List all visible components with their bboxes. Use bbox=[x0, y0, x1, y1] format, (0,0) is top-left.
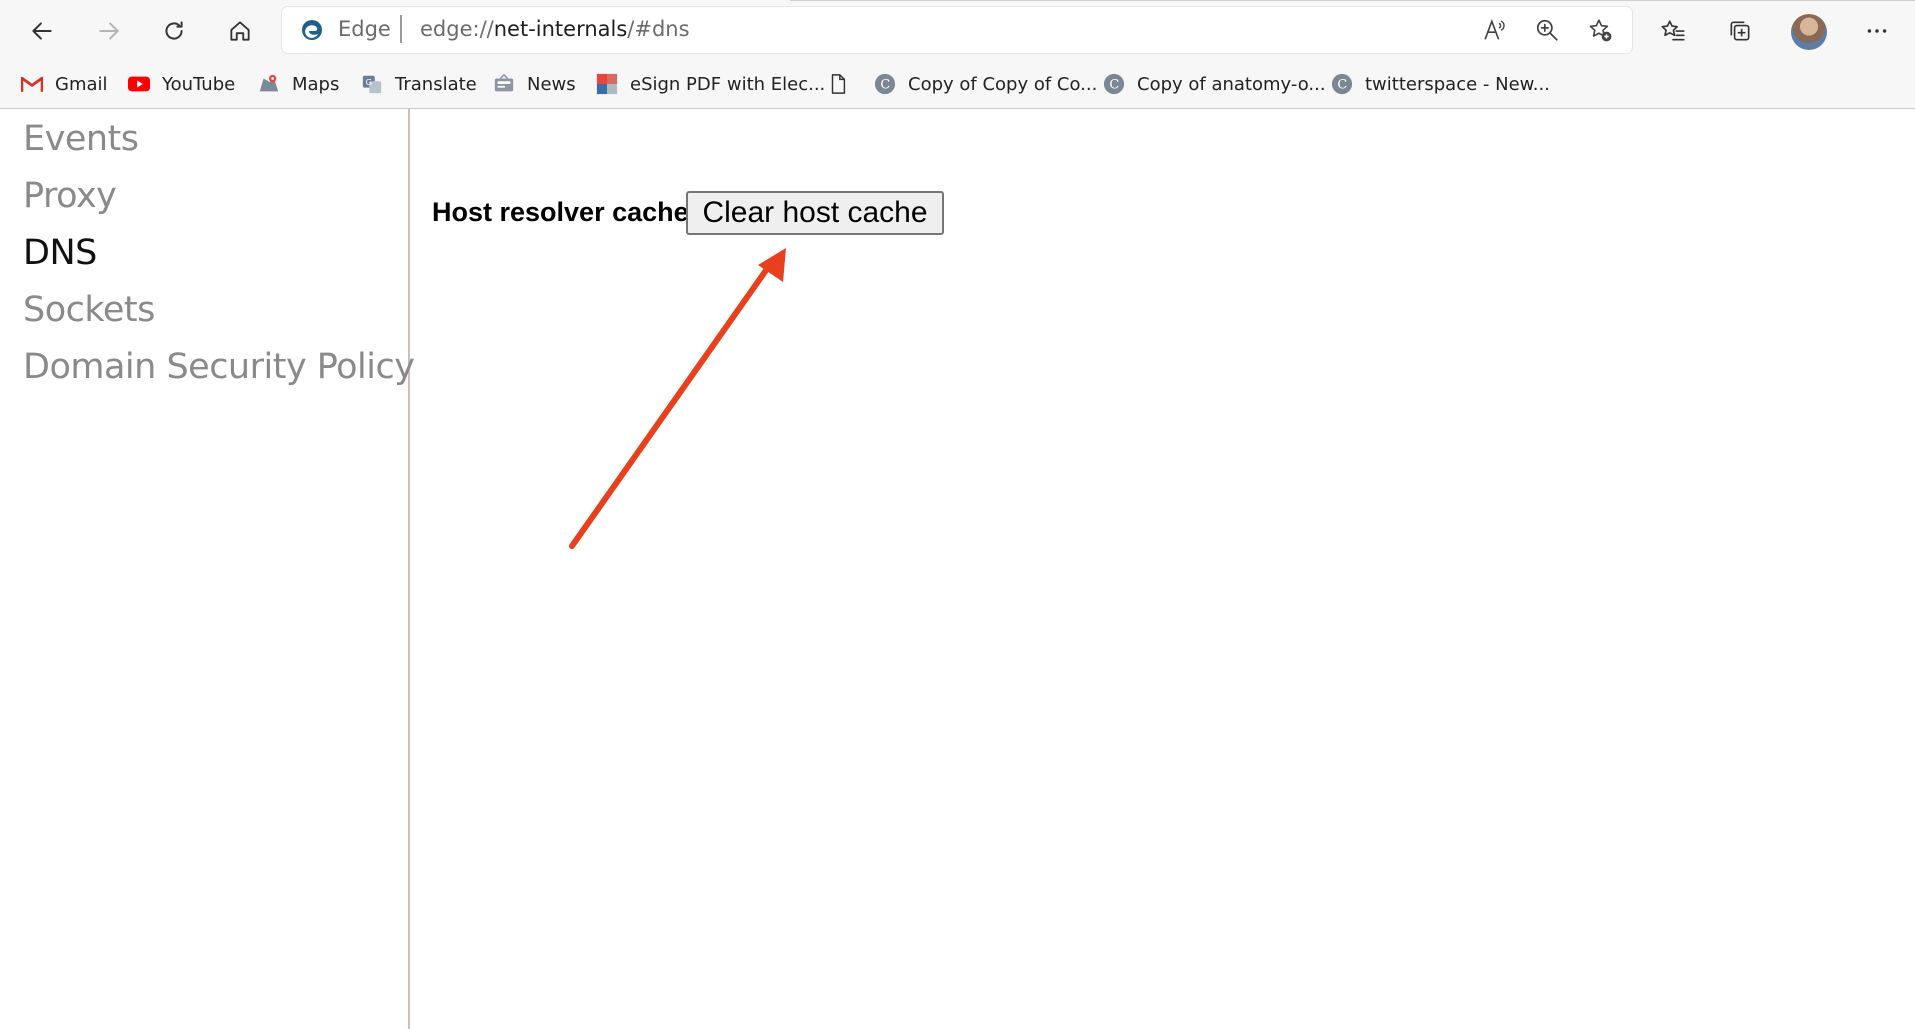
bookmark-label: Copy of Copy of Co... bbox=[908, 73, 1098, 95]
bookmark-translate[interactable]: G Translate bbox=[361, 68, 477, 100]
net-internals-sidebar: Events Proxy DNS Sockets Domain Security… bbox=[0, 109, 415, 1029]
svg-text:C: C bbox=[1109, 78, 1119, 93]
collections-icon bbox=[1730, 21, 1750, 41]
avatar[interactable] bbox=[1791, 14, 1827, 50]
gmail-icon bbox=[21, 73, 43, 95]
read-aloud-icon bbox=[1484, 19, 1505, 40]
refresh-button[interactable] bbox=[153, 10, 195, 52]
refresh-icon bbox=[165, 21, 183, 40]
add-favorite-button[interactable] bbox=[1585, 15, 1615, 45]
arrow-left-icon bbox=[32, 22, 52, 40]
arrow-right-icon bbox=[99, 22, 119, 40]
c-logo-icon: C bbox=[874, 73, 896, 95]
bookmark-copy-of-copy[interactable]: C Copy of Copy of Co... bbox=[874, 68, 1097, 100]
svg-text:G: G bbox=[366, 77, 372, 87]
bookmark-label: eSign PDF with Elec... bbox=[630, 73, 826, 95]
bookmark-label: News bbox=[527, 73, 576, 95]
svg-text:C: C bbox=[880, 78, 890, 93]
bookmark-label: YouTube bbox=[162, 73, 236, 95]
url-path: /#dns bbox=[627, 17, 690, 41]
bookmark-news[interactable]: News bbox=[493, 68, 576, 100]
bookmark-gmail[interactable]: Gmail bbox=[21, 68, 108, 100]
more-button[interactable] bbox=[1856, 10, 1898, 52]
url-scheme: edge:// bbox=[420, 17, 494, 41]
bookmark-youtube[interactable]: YouTube bbox=[128, 68, 235, 100]
translate-icon: G bbox=[361, 73, 383, 95]
url-text[interactable]: edge://net-internals/#dns bbox=[420, 17, 690, 41]
bookmarks-bar: Gmail YouTube Maps G Translate News eSig… bbox=[0, 60, 1915, 109]
site-identity-label: Edge bbox=[338, 17, 391, 41]
bookmark-label: Copy of anatomy-o... bbox=[1137, 73, 1326, 95]
c-logo-icon: C bbox=[1331, 73, 1353, 95]
esign-icon bbox=[596, 73, 618, 95]
sidebar-item-events[interactable]: Events bbox=[23, 119, 139, 159]
bookmark-copy-of-anatomy[interactable]: C Copy of anatomy-o... bbox=[1103, 68, 1326, 100]
address-bar[interactable]: Edge edge://net-internals/#dns bbox=[282, 7, 1632, 53]
news-icon bbox=[493, 73, 515, 95]
youtube-icon bbox=[128, 73, 150, 95]
zoom-button[interactable] bbox=[1532, 15, 1562, 45]
collections-button[interactable] bbox=[1719, 10, 1761, 52]
favorites-icon bbox=[1661, 20, 1685, 41]
home-icon bbox=[230, 21, 250, 41]
bookmark-label: Translate bbox=[395, 73, 477, 95]
browser-toolbar: Edge edge://net-internals/#dns bbox=[0, 0, 1915, 60]
clear-host-cache-button[interactable]: Clear host cache bbox=[686, 191, 944, 235]
bookmark-label: Maps bbox=[292, 73, 340, 95]
bookmark-label: twitterspace - New... bbox=[1365, 73, 1550, 95]
bookmark-label: Gmail bbox=[55, 73, 108, 95]
sidebar-item-sockets[interactable]: Sockets bbox=[23, 290, 155, 330]
url-host: net-internals bbox=[493, 17, 628, 41]
back-button[interactable] bbox=[21, 10, 63, 52]
home-button[interactable] bbox=[219, 10, 261, 52]
dns-panel: Host resolver cache Clear host cache bbox=[410, 109, 1915, 1029]
sidebar-item-dns[interactable]: DNS bbox=[23, 233, 97, 273]
c-logo-icon: C bbox=[1103, 73, 1125, 95]
favorites-button[interactable] bbox=[1652, 10, 1694, 52]
svg-text:C: C bbox=[1337, 78, 1347, 93]
bookmark-maps[interactable]: Maps bbox=[258, 68, 339, 100]
sidebar-item-proxy[interactable]: Proxy bbox=[23, 176, 117, 216]
add-favorite-icon bbox=[1589, 19, 1612, 42]
read-aloud-button[interactable] bbox=[1479, 15, 1509, 45]
bookmark-document[interactable] bbox=[827, 68, 849, 100]
document-icon bbox=[827, 73, 849, 95]
tab-strip-edge bbox=[790, 0, 1915, 1]
more-icon bbox=[1867, 29, 1887, 33]
zoom-in-icon bbox=[1536, 19, 1558, 41]
bookmark-twitterspace[interactable]: C twitterspace - New... bbox=[1331, 68, 1550, 100]
address-separator bbox=[400, 15, 402, 43]
maps-icon bbox=[258, 73, 280, 95]
host-resolver-cache-label: Host resolver cache bbox=[432, 197, 689, 227]
forward-button[interactable] bbox=[88, 10, 130, 52]
sidebar-item-domain-security-policy[interactable]: Domain Security Policy bbox=[23, 347, 415, 387]
bookmark-esign[interactable]: eSign PDF with Elec... bbox=[596, 68, 825, 100]
edge-logo-icon bbox=[302, 20, 322, 40]
